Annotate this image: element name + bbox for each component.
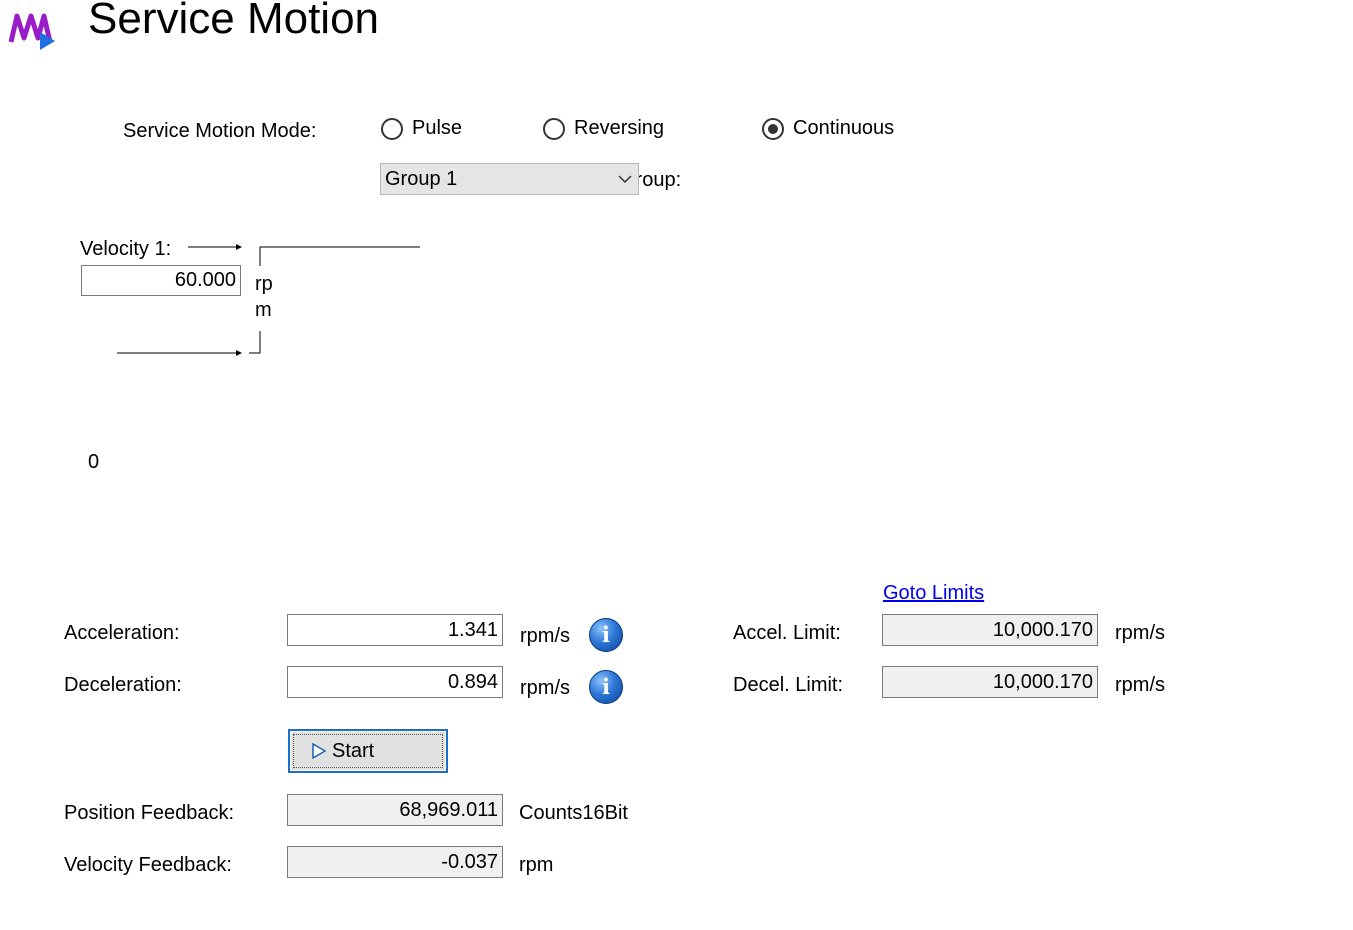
acceleration-info-icon[interactable]: i	[589, 618, 623, 652]
accel-limit-label: Accel. Limit:	[733, 622, 841, 644]
start-button-label: Start	[332, 739, 375, 762]
radio-continuous[interactable]: Continuous	[762, 117, 894, 140]
decel-limit-label: Decel. Limit:	[733, 674, 844, 696]
position-feedback-unit: Counts16Bit	[519, 802, 628, 824]
radio-pulse-indicator	[381, 117, 403, 140]
velocity-feedback-label: Velocity Feedback:	[64, 854, 232, 876]
mode-label: Service Motion Mode:	[123, 120, 317, 142]
position-feedback-label: Position Feedback:	[64, 802, 235, 824]
deceleration-unit: rpm/s	[520, 677, 570, 699]
velocity-unit-line2: m	[255, 299, 272, 321]
acceleration-input[interactable]: 1.341	[287, 614, 503, 646]
play-icon	[312, 743, 326, 759]
velocity-feedback-unit: rpm	[519, 854, 554, 876]
service-motion-logo-icon	[8, 13, 55, 50]
radio-continuous-indicator	[762, 117, 784, 140]
radio-pulse-label: Pulse	[412, 117, 463, 139]
group-dropdown-value: Group 1	[385, 167, 458, 190]
velocity-feedback-field: -0.037	[287, 846, 503, 878]
profile-diagram	[117, 244, 420, 356]
start-button[interactable]: Start	[288, 729, 448, 773]
position-feedback-field: 68,969.011	[287, 794, 503, 826]
radio-continuous-label: Continuous	[793, 117, 895, 139]
radio-reversing-indicator	[543, 117, 565, 140]
deceleration-info-icon[interactable]: i	[589, 670, 623, 704]
velocity-1-input[interactable]: 60.000	[81, 265, 241, 296]
decel-limit-field: 10,000.170	[882, 666, 1098, 698]
group-dropdown[interactable]: Group 1	[380, 163, 639, 195]
goto-limits-link[interactable]: Goto Limits	[883, 582, 984, 605]
chevron-down-icon	[618, 175, 632, 184]
radio-pulse[interactable]: Pulse	[381, 117, 462, 140]
accel-limit-field: 10,000.170	[882, 614, 1098, 646]
velocity-unit-line1: rp	[255, 273, 273, 295]
decel-limit-unit: rpm/s	[1115, 674, 1165, 696]
deceleration-label: Deceleration:	[64, 674, 182, 696]
acceleration-label: Acceleration:	[64, 622, 180, 644]
zero-label: 0	[88, 451, 100, 473]
deceleration-input[interactable]: 0.894	[287, 666, 503, 698]
radio-reversing[interactable]: Reversing	[543, 117, 664, 140]
accel-limit-unit: rpm/s	[1115, 622, 1165, 644]
page-title: Service Motion	[88, 0, 380, 43]
acceleration-unit: rpm/s	[520, 625, 570, 647]
radio-reversing-label: Reversing	[574, 117, 665, 139]
